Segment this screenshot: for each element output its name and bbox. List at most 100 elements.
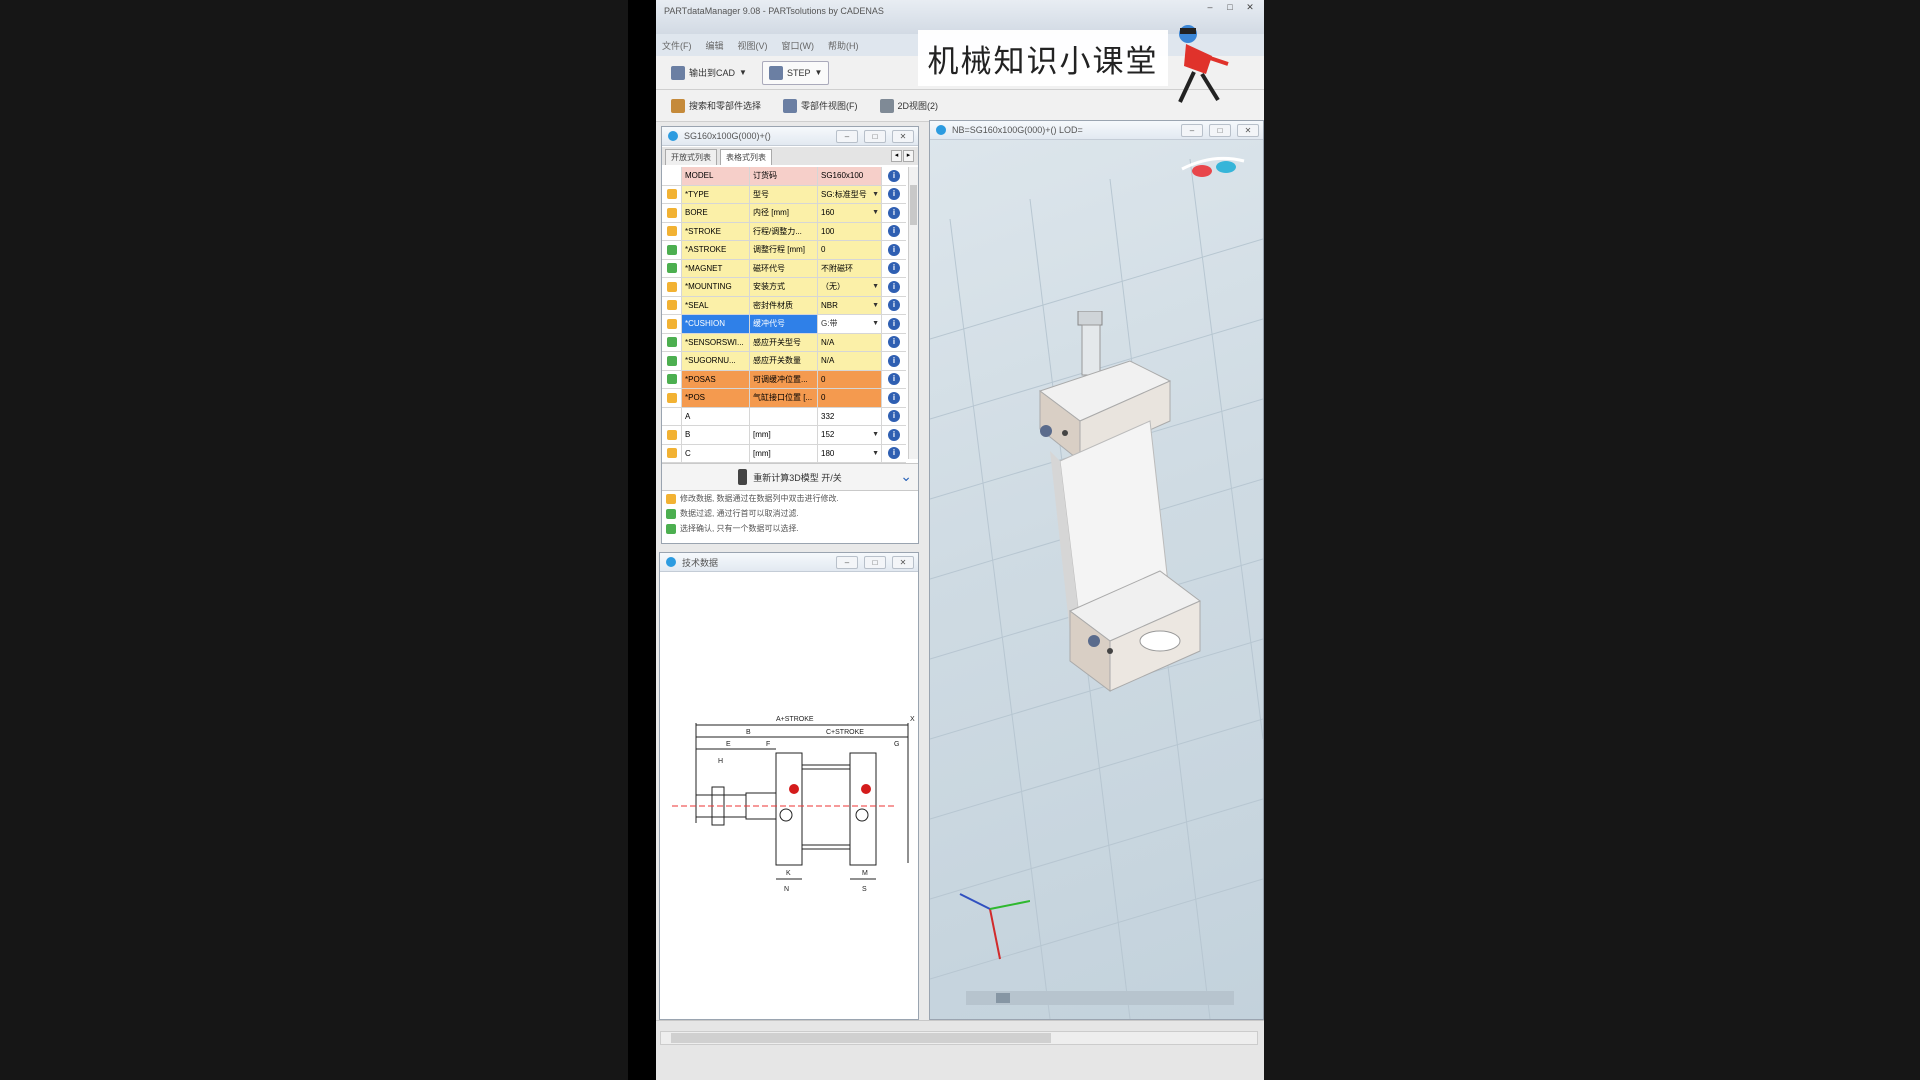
menu-file[interactable]: 文件(F)	[662, 39, 692, 52]
output-cad-button[interactable]: 输出到CAD ▼	[664, 61, 754, 85]
info-icon[interactable]: i	[888, 262, 900, 275]
table-row[interactable]: *MOUNTING 安装方式 （无） ▼ i	[662, 278, 906, 297]
table-row[interactable]: MODEL 订货码 SG160x100 i	[662, 167, 906, 186]
param-value[interactable]: 不附磁环	[818, 259, 882, 277]
table-row[interactable]: *SEAL 密封件材质 NBR ▼ i	[662, 296, 906, 315]
view-2d-button[interactable]: 2D视图(2)	[873, 94, 946, 118]
restore-icon[interactable]: □	[864, 130, 886, 143]
minimize-icon[interactable]: –	[1202, 2, 1218, 12]
row-info-cell: i	[882, 426, 906, 444]
param-value[interactable]: SG:标准型号 ▼	[818, 185, 882, 203]
chevron-down-icon[interactable]: ▼	[872, 191, 879, 198]
chevron-down-icon[interactable]: ▼	[814, 68, 822, 77]
chevron-down-icon[interactable]: ▼	[872, 450, 879, 457]
scrollbar-thumb[interactable]	[996, 993, 1010, 1003]
close-icon[interactable]: ✕	[892, 130, 914, 143]
info-icon[interactable]: i	[888, 373, 900, 386]
chevron-down-icon[interactable]: ▼	[739, 68, 747, 77]
info-icon[interactable]: i	[888, 317, 900, 330]
menu-help[interactable]: 帮助(H)	[828, 39, 859, 52]
param-value[interactable]: （无） ▼	[818, 278, 882, 296]
table-row[interactable]: *POSAS 可调缓冲位置... 0 i	[662, 370, 906, 389]
menu-edit[interactable]: 编辑	[706, 39, 724, 52]
recalc-toggle-button[interactable]: 重新计算3D模型 开/关 ⌄	[662, 463, 918, 491]
table-row[interactable]: *MAGNET 磁环代号 不附磁环 i	[662, 259, 906, 278]
format-select[interactable]: STEP ▼	[761, 60, 830, 85]
param-value-text: 100	[821, 226, 835, 236]
param-value[interactable]: 332	[818, 407, 882, 425]
table-row[interactable]: *CUSHION 缓冲代号 G:带 ▼ i	[662, 315, 906, 334]
3d-viewport[interactable]: NB=SG160x100G(000)+() LOD= – □ ✕	[929, 120, 1264, 1020]
param-value[interactable]: 152 ▼	[818, 426, 882, 444]
params-scrollbar[interactable]	[908, 167, 918, 459]
param-value[interactable]: N/A	[818, 333, 882, 351]
table-row[interactable]: A 332 i	[662, 407, 906, 426]
info-icon[interactable]: i	[888, 243, 900, 256]
minimize-icon[interactable]: –	[836, 130, 858, 143]
info-icon[interactable]: i	[888, 428, 900, 441]
dim-label: X	[910, 716, 915, 723]
info-icon[interactable]: i	[888, 299, 900, 312]
info-icon[interactable]: i	[888, 391, 900, 404]
close-icon[interactable]: ✕	[892, 556, 914, 569]
param-value[interactable]: 0	[818, 389, 882, 407]
table-row[interactable]: *POS 气缸接口位置 [... 0 i	[662, 389, 906, 408]
info-icon[interactable]: i	[888, 354, 900, 367]
info-icon[interactable]: i	[888, 225, 900, 238]
param-value[interactable]: 180 ▼	[818, 444, 882, 462]
param-value[interactable]: 100	[818, 222, 882, 240]
table-row[interactable]: *TYPE 型号 SG:标准型号 ▼ i	[662, 185, 906, 204]
table-row[interactable]: *SENSORSWI... 感应开关型号 N/A i	[662, 333, 906, 352]
chevron-down-icon[interactable]: ▼	[872, 283, 879, 290]
scrollbar-thumb[interactable]	[671, 1033, 1051, 1043]
tab-left-icon[interactable]: ◂	[891, 150, 902, 162]
table-row[interactable]: *ASTROKE 调整行程 [mm] 0 i	[662, 241, 906, 260]
tech-panel-title: 技术数据	[682, 557, 719, 568]
table-row[interactable]: B [mm] 152 ▼ i	[662, 426, 906, 445]
param-value[interactable]: 0	[818, 241, 882, 259]
menu-window[interactable]: 窗口(W)	[782, 39, 815, 52]
tab-open-list[interactable]: 开放式列表	[665, 149, 717, 165]
close-icon[interactable]: ✕	[1242, 2, 1258, 12]
parameters-panel: SG160x100G(000)+() – □ ✕ 开放式列表 表格式列表 ◂ ▸…	[661, 126, 919, 544]
scrollbar-thumb[interactable]	[910, 185, 917, 225]
part-select-button[interactable]: 搜索和零部件选择	[664, 94, 768, 118]
info-icon[interactable]: i	[888, 280, 900, 293]
info-icon[interactable]: i	[888, 410, 900, 423]
info-icon[interactable]: i	[888, 169, 900, 182]
param-value[interactable]: G:带 ▼	[818, 315, 882, 333]
cylinder-3d-model[interactable]	[970, 311, 1230, 791]
minimize-icon[interactable]: –	[1181, 124, 1203, 137]
table-row[interactable]: C [mm] 180 ▼ i	[662, 444, 906, 463]
param-name: *POSAS	[682, 370, 750, 388]
chevron-down-icon[interactable]: ▼	[872, 209, 879, 216]
part-view-button[interactable]: 零部件视图(F)	[776, 94, 865, 118]
tab-table-list[interactable]: 表格式列表	[720, 149, 772, 165]
chevron-down-icon[interactable]: ▼	[872, 302, 879, 309]
main-horizontal-scrollbar[interactable]	[660, 1031, 1258, 1045]
table-row[interactable]: BORE 内径 [mm] 160 ▼ i	[662, 204, 906, 223]
info-icon[interactable]: i	[888, 188, 900, 201]
param-value[interactable]: 160 ▼	[818, 204, 882, 222]
minimize-icon[interactable]: –	[836, 556, 858, 569]
param-value[interactable]: 0	[818, 370, 882, 388]
maximize-icon[interactable]: □	[1222, 2, 1238, 12]
stereo-3d-glasses-icon[interactable]	[1178, 153, 1248, 183]
table-row[interactable]: *STROKE 行程/调整力... 100 i	[662, 222, 906, 241]
table-row[interactable]: *SUGORNU... 感应开关数量 N/A i	[662, 352, 906, 371]
info-icon[interactable]: i	[888, 336, 900, 349]
param-value[interactable]: N/A	[818, 352, 882, 370]
viewport-scrollbar[interactable]	[966, 991, 1234, 1005]
restore-icon[interactable]: □	[864, 556, 886, 569]
info-icon[interactable]: i	[888, 447, 900, 460]
info-icon[interactable]: i	[888, 206, 900, 219]
param-value[interactable]: SG160x100	[818, 167, 882, 185]
param-value[interactable]: NBR ▼	[818, 296, 882, 314]
restore-icon[interactable]: □	[1209, 124, 1231, 137]
double-chevron-down-icon[interactable]: ⌄	[900, 468, 912, 485]
close-icon[interactable]: ✕	[1237, 124, 1259, 137]
menu-view[interactable]: 视图(V)	[738, 39, 768, 52]
chevron-down-icon[interactable]: ▼	[872, 431, 879, 438]
tab-right-icon[interactable]: ▸	[903, 150, 914, 162]
chevron-down-icon[interactable]: ▼	[872, 320, 879, 327]
